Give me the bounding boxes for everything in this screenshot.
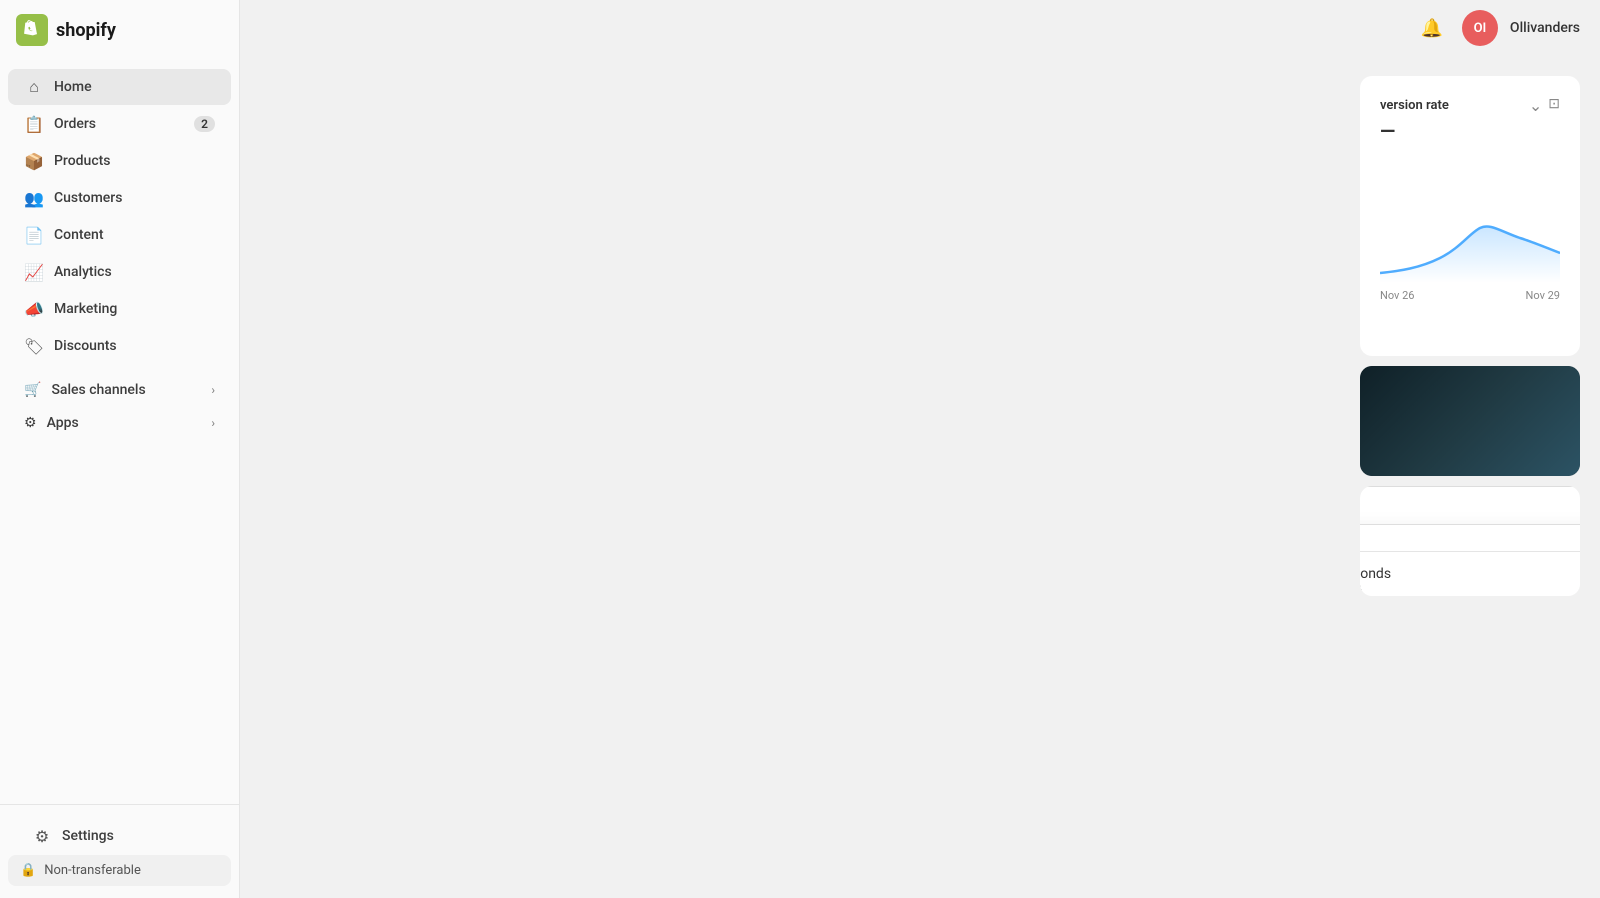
sidebar: shopify ⌂ Home 📋 Orders 2 📦 Products 👥 C… <box>0 0 240 898</box>
sidebar-item-marketing[interactable]: 📣 Marketing <box>8 291 231 327</box>
analytics-icon: 📈 <box>24 262 44 282</box>
notification-button[interactable]: 🔔 <box>1414 10 1450 46</box>
sidebar-settings-label: Settings <box>62 828 114 844</box>
sidebar-nav: ⌂ Home 📋 Orders 2 📦 Products 👥 Customers… <box>0 60 239 804</box>
topbar: 🔔 OI Ollivanders <box>240 0 1600 56</box>
sidebar-item-customers-label: Customers <box>54 190 122 206</box>
chart-date-1: Nov 26 <box>1380 289 1414 302</box>
collapse-icon[interactable]: ⌄ <box>1529 96 1542 115</box>
marketing-icon: 📣 <box>24 299 44 319</box>
sidebar-item-orders[interactable]: 📋 Orders 2 <box>8 106 231 142</box>
discounts-icon: 🏷 <box>24 336 44 356</box>
sidebar-item-content[interactable]: 📄 Content <box>8 217 231 253</box>
sidebar-item-products[interactable]: 📦 Products <box>8 143 231 179</box>
sidebar-item-discounts[interactable]: 🏷 Discounts <box>8 328 231 364</box>
non-transferable-badge[interactable]: 🔒 Non-transferable <box>8 855 231 886</box>
expand-icon[interactable]: ⊡ <box>1548 96 1560 115</box>
apps-icon: ⚙ <box>24 415 37 431</box>
orders-icon: 📋 <box>24 114 44 134</box>
bg-card-white-1: 👟 New 🧴 🔍 Apps ✕ ≡ Insta <box>1360 486 1580 596</box>
sidebar-item-discounts-label: Discounts <box>54 338 117 354</box>
bell-icon: 🔔 <box>1421 18 1443 39</box>
write-product-card: Write product descriptions in seconds <box>1360 551 1580 596</box>
avatar[interactable]: OI <box>1462 10 1498 46</box>
sidebar-item-home[interactable]: ⌂ Home <box>8 69 231 105</box>
sidebar-item-analytics-label: Analytics <box>54 264 112 280</box>
customers-icon: 👥 <box>24 188 44 208</box>
lock-icon: 🔒 <box>20 863 36 878</box>
bg-card-dark <box>1360 366 1580 476</box>
write-product-label: Write product descriptions in seconds <box>1360 566 1391 582</box>
sidebar-settings[interactable]: ⚙ Settings <box>16 818 223 854</box>
search-bar: 🔍 Apps ✕ ≡ <box>1360 486 1580 525</box>
sidebar-sales-channels-label: Sales channels <box>51 382 145 398</box>
sidebar-item-content-label: Content <box>54 227 104 243</box>
sidebar-item-orders-label: Orders <box>54 116 96 132</box>
sales-channels-icon: 🛒 <box>24 382 41 398</box>
sidebar-apps[interactable]: ⚙ Apps › <box>8 407 231 439</box>
main-content: 🔔 OI Ollivanders version rate ⌄ ⊡ — <box>240 0 1600 898</box>
sidebar-item-customers[interactable]: 👥 Customers <box>8 180 231 216</box>
user-name-label[interactable]: Ollivanders <box>1510 20 1580 36</box>
shopify-name-label: shopify <box>56 20 116 41</box>
sidebar-header: shopify <box>0 0 239 60</box>
products-icon: 📦 <box>24 151 44 171</box>
content-icon: 📄 <box>24 225 44 245</box>
sidebar-item-products-label: Products <box>54 153 111 169</box>
shopify-logo[interactable]: shopify <box>16 14 116 46</box>
chart-date-2: Nov 29 <box>1526 289 1560 302</box>
sidebar-item-marketing-label: Marketing <box>54 301 117 317</box>
sidebar-item-home-label: Home <box>54 79 92 95</box>
sidebar-item-analytics[interactable]: 📈 Analytics <box>8 254 231 290</box>
sidebar-sales-channels[interactable]: 🛒 Sales channels › <box>8 374 231 406</box>
sidebar-footer: ⚙ Settings 🔒 Non-transferable <box>0 804 239 898</box>
shopify-bag-icon <box>16 14 48 46</box>
conversion-rate-title: version rate <box>1380 98 1449 113</box>
orders-badge: 2 <box>194 116 215 132</box>
conversion-rate-card: version rate ⌄ ⊡ — <box>1360 76 1580 356</box>
home-icon: ⌂ <box>24 77 44 97</box>
search-input[interactable] <box>1360 498 1580 514</box>
chevron-right-apps-icon: › <box>211 416 215 430</box>
chevron-right-icon: › <box>211 383 215 397</box>
non-transferable-label: Non-transferable <box>44 863 141 878</box>
sidebar-apps-label: Apps <box>47 415 79 431</box>
dashboard-bg: version rate ⌄ ⊡ — <box>240 56 1600 898</box>
settings-icon: ⚙ <box>32 826 52 846</box>
